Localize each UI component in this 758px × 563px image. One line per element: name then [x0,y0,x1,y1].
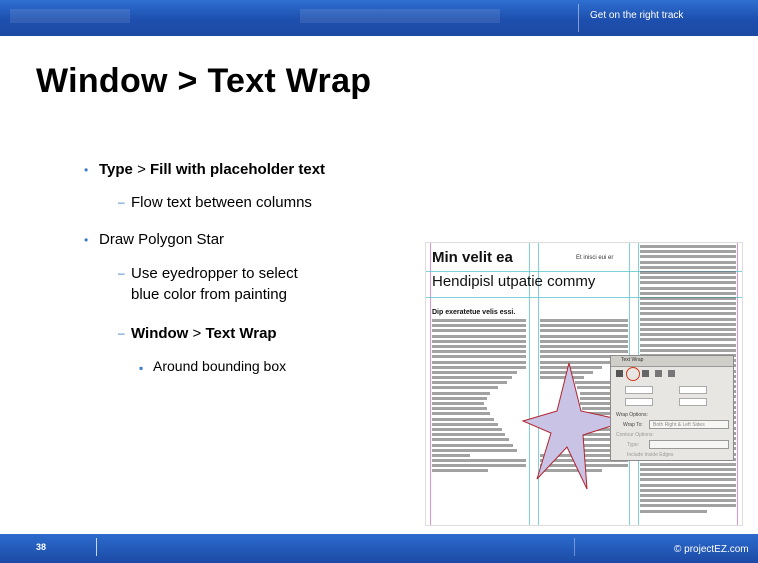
bullet-dot: • [84,233,89,247]
jump-next-column-icon[interactable] [668,370,675,377]
bottom-banner [0,534,758,563]
panel-title-label: Text Wrap [621,357,644,363]
type-label: Type: [627,442,640,448]
sub-sub-bullet-bounding-box: Around bounding box [153,358,287,374]
bullet-item-polygon-star: Draw Polygon Star [99,231,225,248]
sub-bullet-dash: – [118,195,125,209]
text-wrap-panel: Text Wrap Wrap Options: Wrap To: Both Ri… [610,355,734,461]
sub-bullet-eyedropper-line1: Use eyedropper to select [131,265,298,282]
include-inside-edges-label[interactable]: Include Inside Edges [627,452,673,458]
indesign-screenshot: Min velit ea Et inisci eui er Hendipisl … [425,242,743,526]
text-wrap-label: Text Wrap [205,325,277,342]
sub-bullet-dash: – [118,266,125,280]
page-number: 38 [36,542,47,552]
margin-guide [430,243,431,525]
banner-tagline: Get on the right track [590,10,684,21]
panel-titlebar[interactable]: Text Wrap [611,356,733,367]
jump-object-icon[interactable] [655,370,662,377]
contour-options-label: Contour Options: [616,432,654,438]
bullet-item-type: Type > Fill with placeholder text [99,161,325,178]
menu-window-label: Window [131,325,189,342]
sub-bullet-flow-text: Flow text between columns [131,194,312,211]
copyright-text: © projectEZ.com [674,544,749,555]
doc-section-title: Dip exeratetue velis essi. [432,309,516,316]
wrap-to-dropdown[interactable]: Both Right & Left Sides [649,420,729,429]
fill-placeholder-label: Fill with placeholder text [150,161,326,178]
menu-separator: > [188,325,206,342]
doc-side-note: Et inisci eui er [576,255,614,261]
banner-divider [578,4,579,32]
sub-bullet-window-text-wrap: Window > Text Wrap [131,325,277,342]
sub-sub-bullet-dot: ▪ [139,361,144,375]
sub-bullet-eyedropper-line2: blue color from painting [131,286,287,303]
sub-bullet-dash: – [118,326,125,340]
banner-streak [10,9,130,23]
footer-divider [96,538,97,556]
right-offset-field[interactable] [679,398,707,406]
margin-guide [737,243,738,525]
bullet-dot: • [84,163,89,177]
wrap-object-shape-icon[interactable] [642,370,649,377]
wrap-options-label: Wrap Options: [616,412,648,418]
slide-title: Window > Text Wrap [36,62,372,100]
bottom-offset-field[interactable] [625,398,653,406]
text-column-left [432,319,526,475]
doc-heading: Min velit ea [432,249,513,266]
left-offset-field[interactable] [679,386,707,394]
wrap-to-label: Wrap To: [623,422,643,428]
banner-streak [300,9,500,23]
doc-subheading: Hendipisl utpatie commy [432,273,596,290]
footer-divider [574,538,575,556]
top-offset-field[interactable] [625,386,653,394]
menu-separator: > [132,161,151,178]
menu-type-label: Type [99,161,133,178]
wrap-bounding-box-icon[interactable] [626,367,640,381]
contour-type-dropdown[interactable] [649,440,729,449]
no-wrap-icon[interactable] [616,370,623,377]
wrap-to-value: Both Right & Left Sides [653,422,705,428]
